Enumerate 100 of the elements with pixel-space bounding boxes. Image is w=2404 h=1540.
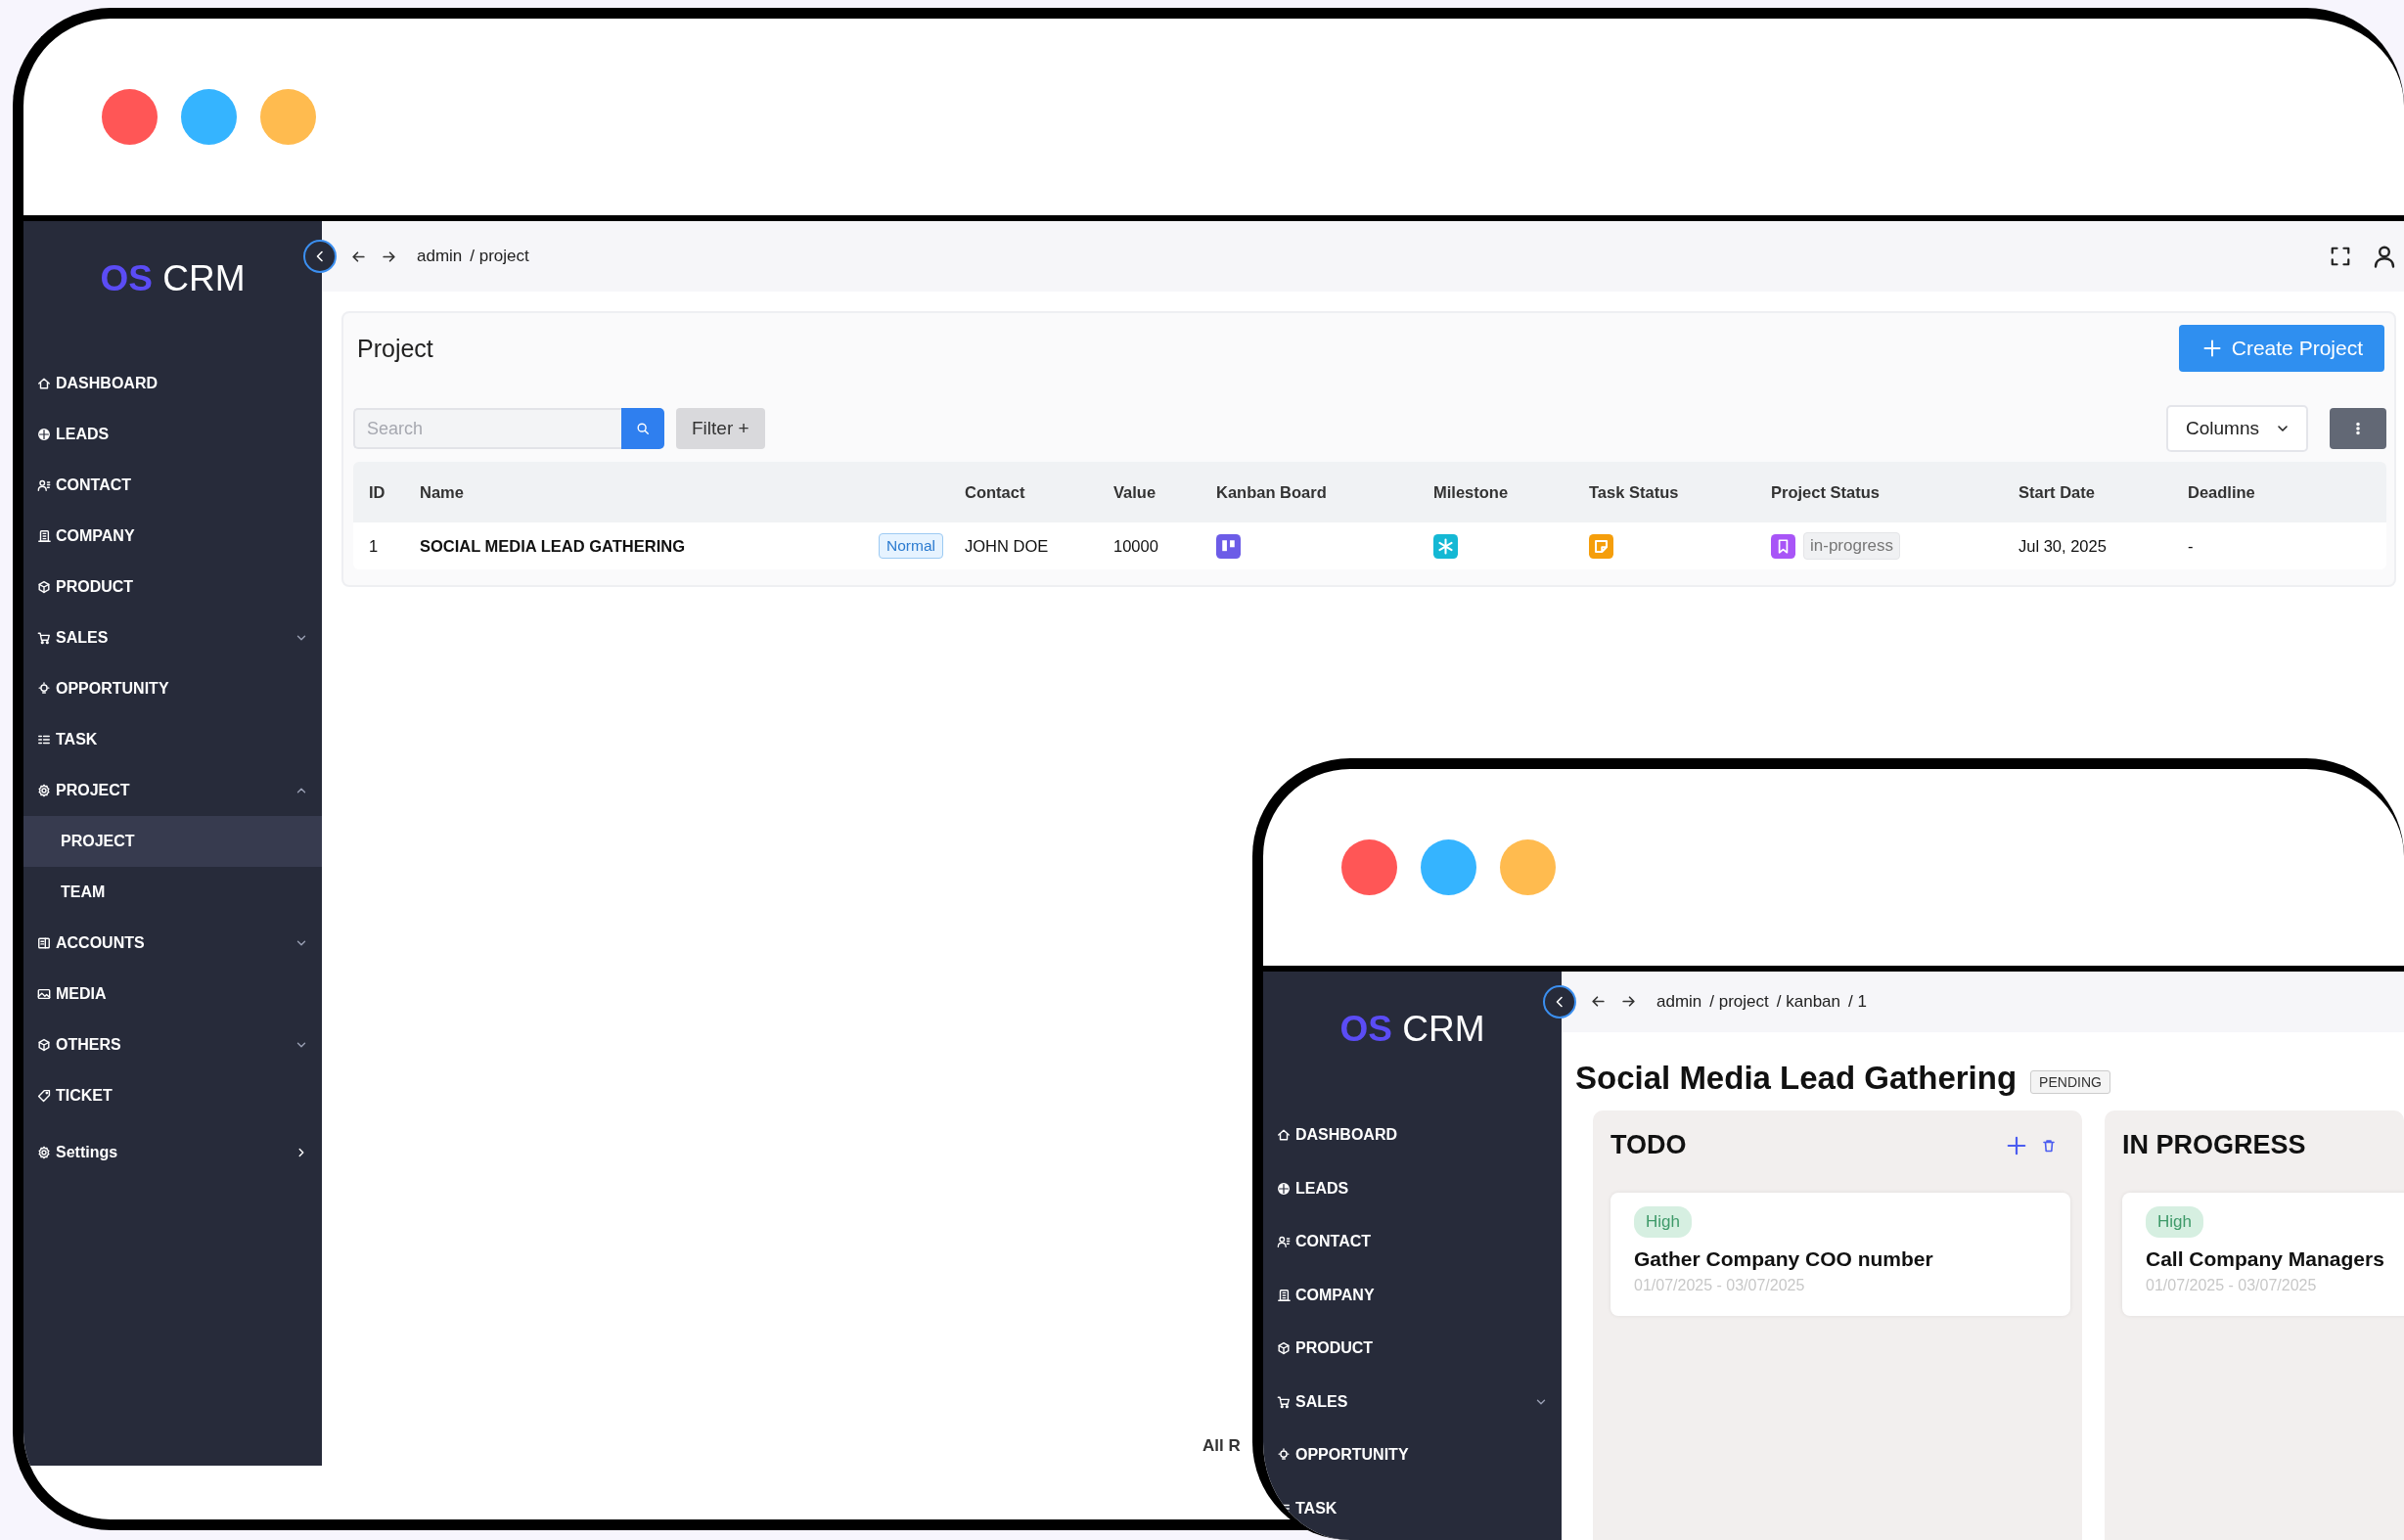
cart-icon [1277,1394,1291,1409]
columns-dropdown[interactable]: Columns [2166,405,2308,452]
app-logo: OS CRM [100,258,246,299]
tag-icon [37,1089,51,1103]
search-icon [636,422,650,435]
target-icon [1277,1181,1291,1196]
table-cell-text: SOCIAL MEDIA LEAD GATHERING [420,536,687,556]
breadcrumb-link[interactable]: / kanban [1776,991,1841,1012]
board-icon[interactable] [1216,533,1241,559]
sidebar-item[interactable]: SALES [1263,1375,1562,1428]
app-logo: OS CRM [1339,1009,1485,1050]
priority-tag: High [1634,1205,1692,1238]
house-icon [37,377,51,390]
table-cell-text: - [2188,536,2195,556]
breadcrumb-link[interactable]: admin [1656,991,1702,1012]
sidebar-item[interactable]: TASK [1263,1481,1562,1535]
ledger-icon [37,936,51,950]
sidebar-item[interactable]: COMPANY [23,511,322,562]
trash-icon[interactable] [2041,1137,2057,1154]
people-icon [1277,1235,1291,1249]
sidebar-item[interactable]: TASK [23,714,322,765]
cube-icon [37,1038,51,1052]
maximize-dot-icon[interactable] [260,89,316,145]
maximize-dot-icon[interactable] [1500,839,1556,895]
sidebar-item[interactable]: Settings [23,1127,322,1178]
sidebar-item[interactable]: PRODUCT [1263,1322,1562,1376]
status-tag: in-progress [1803,532,1901,560]
breadcrumb-link[interactable]: / 1 [1848,991,1867,1012]
plus-icon [2201,339,2222,358]
sidebar-item[interactable]: PRODUCT [23,562,322,612]
page-title: Project [357,335,433,363]
footer-text: All R [1202,1436,1241,1456]
column-header: Project Status [1771,482,1881,502]
sidebar-item[interactable]: MEDIA [23,969,322,1019]
column-header: Start Date [2018,482,2096,502]
cube-icon [37,580,51,594]
close-dot-icon[interactable] [102,89,158,145]
cart-icon [37,631,51,645]
sidebar-item[interactable]: CONTACT [1263,1215,1562,1269]
building-icon [37,529,51,543]
column-header: ID [369,482,386,502]
priority-tag: Normal [879,533,943,559]
table-cell-text: 1 [369,536,380,556]
search-button[interactable] [621,408,664,449]
plus-icon[interactable] [2006,1134,2027,1156]
column-header: Value [1113,482,1157,502]
breadcrumb-link[interactable]: / project [470,247,529,266]
snowflake-icon[interactable] [1433,533,1458,559]
status-tag: PENDING [2030,1069,2110,1094]
column-header: Kanban Board [1216,482,1328,502]
image-icon [37,987,51,1001]
priority-tag: High [2146,1205,2203,1238]
sidebar-item[interactable]: SALES [23,612,322,663]
target-icon [37,428,51,441]
sidebar-item[interactable]: LEADS [1263,1161,1562,1215]
cube-icon [1277,1341,1291,1356]
more-options-button[interactable] [2330,408,2386,449]
sidebar-item[interactable]: COMPANY [1263,1268,1562,1322]
sidebar-subitem[interactable]: TEAM [23,867,322,918]
sidebar-item[interactable]: OTHERS [23,1019,322,1070]
column-title: IN PROGRESS [2122,1130,2307,1161]
fullscreen-icon [2330,246,2351,267]
sidebar-item[interactable]: OPPORTUNITY [1263,1428,1562,1482]
sidebar-item[interactable]: OPPORTUNITY [23,663,322,714]
sidebar-subitem[interactable]: PROJECT [23,816,322,867]
breadcrumb-link[interactable]: admin [417,247,463,266]
column-header: Milestone [1433,482,1510,502]
filter-button[interactable]: Filter + [676,408,765,449]
table-cell-text: 10000 [1113,536,1159,556]
sidebar-item[interactable]: TICKET [23,1070,322,1121]
board-title: Social Media Lead Gathering [1575,1059,2018,1097]
minimize-dot-icon[interactable] [1421,839,1476,895]
people-icon [37,478,51,492]
note-icon[interactable] [1589,533,1613,559]
sidebar-item[interactable]: PROJECT [23,765,322,816]
sidebar-item[interactable]: CONTACT [23,460,322,511]
search-field[interactable]: Search [353,408,621,449]
gear-icon [37,1146,51,1159]
table-cell-text: JOHN DOE [965,536,1050,556]
sidebar-item[interactable]: DASHBOARD [1263,1109,1562,1162]
column-title: TODO [1610,1130,1688,1161]
task-title: Gather Company COO number [1634,1246,1934,1271]
bookmark-icon [1771,533,1795,559]
close-dot-icon[interactable] [1341,839,1397,895]
column-header: Contact [965,482,1026,502]
minimize-dot-icon[interactable] [181,89,237,145]
column-header: Name [420,482,465,502]
house-icon [1277,1128,1291,1143]
breadcrumb-link[interactable]: / project [1709,991,1769,1012]
task-title: Call Company Managers [2146,1246,2385,1271]
user-icon [2373,245,2396,268]
sidebar-item[interactable]: ACCOUNTS [23,918,322,969]
table-cell-text: Jul 30, 2025 [2018,536,2108,556]
sidebar-item[interactable]: DASHBOARD [23,358,322,409]
list-icon [37,733,51,747]
column-header: Task Status [1589,482,1680,502]
building-icon [1277,1288,1291,1302]
sidebar-item[interactable]: LEADS [23,409,322,460]
gear-icon [37,784,51,797]
sidebar-collapse-button[interactable] [303,240,337,273]
